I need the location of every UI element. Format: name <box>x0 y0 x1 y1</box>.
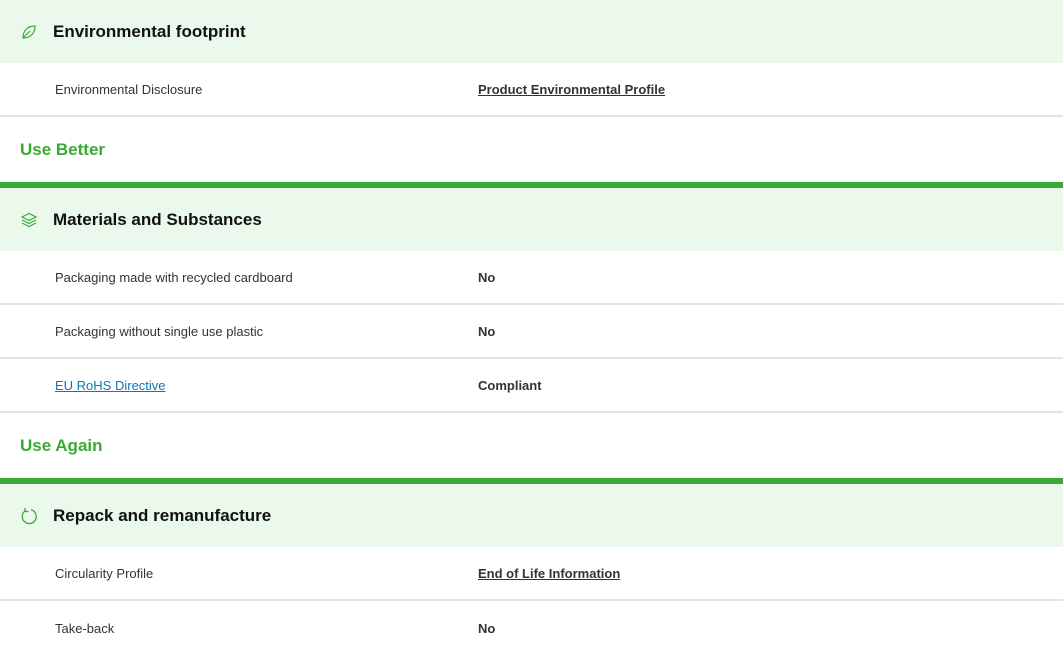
row-label: Take-back <box>55 620 115 636</box>
row-value: Compliant <box>478 377 542 393</box>
product-environmental-profile-link[interactable]: Product Environmental Profile <box>478 82 665 97</box>
row-value: No <box>478 323 496 339</box>
leaf-icon <box>20 23 38 41</box>
row-label: Environmental Disclosure <box>55 81 203 97</box>
table-row: Packaging without single use plastic No <box>0 305 1063 359</box>
row-label: Circularity Profile <box>55 565 154 581</box>
table-row: Circularity Profile End of Life Informat… <box>0 547 1063 601</box>
group-heading-use-better: Use Better <box>0 117 1063 188</box>
section-title: Environmental footprint <box>53 21 246 41</box>
row-label: Packaging made with recycled cardboard <box>55 269 293 285</box>
table-row: EU RoHS Directive Compliant <box>0 359 1063 413</box>
section-header-materials-and-substances: Materials and Substances <box>0 188 1063 251</box>
table-row: Packaging made with recycled cardboard N… <box>0 251 1063 305</box>
section-title: Repack and remanufacture <box>53 505 272 525</box>
group-heading-use-again: Use Again <box>0 413 1063 484</box>
layers-icon <box>20 211 38 229</box>
row-value: No <box>478 269 496 285</box>
section-title: Materials and Substances <box>53 209 262 229</box>
table-row: Take-back No <box>0 601 1063 655</box>
refresh-icon <box>20 507 38 525</box>
section-header-repack-and-remanufacture: Repack and remanufacture <box>0 484 1063 547</box>
row-label: Packaging without single use plastic <box>55 323 264 339</box>
row-label-cell: EU RoHS Directive <box>0 378 478 393</box>
end-of-life-information-link[interactable]: End of Life Information <box>478 566 620 581</box>
eu-rohs-directive-link[interactable]: EU RoHS Directive <box>55 378 166 393</box>
table-row: Environmental Disclosure Product Environ… <box>0 63 1063 117</box>
row-value: No <box>478 620 496 636</box>
section-header-environmental-footprint: Environmental footprint <box>0 0 1063 63</box>
